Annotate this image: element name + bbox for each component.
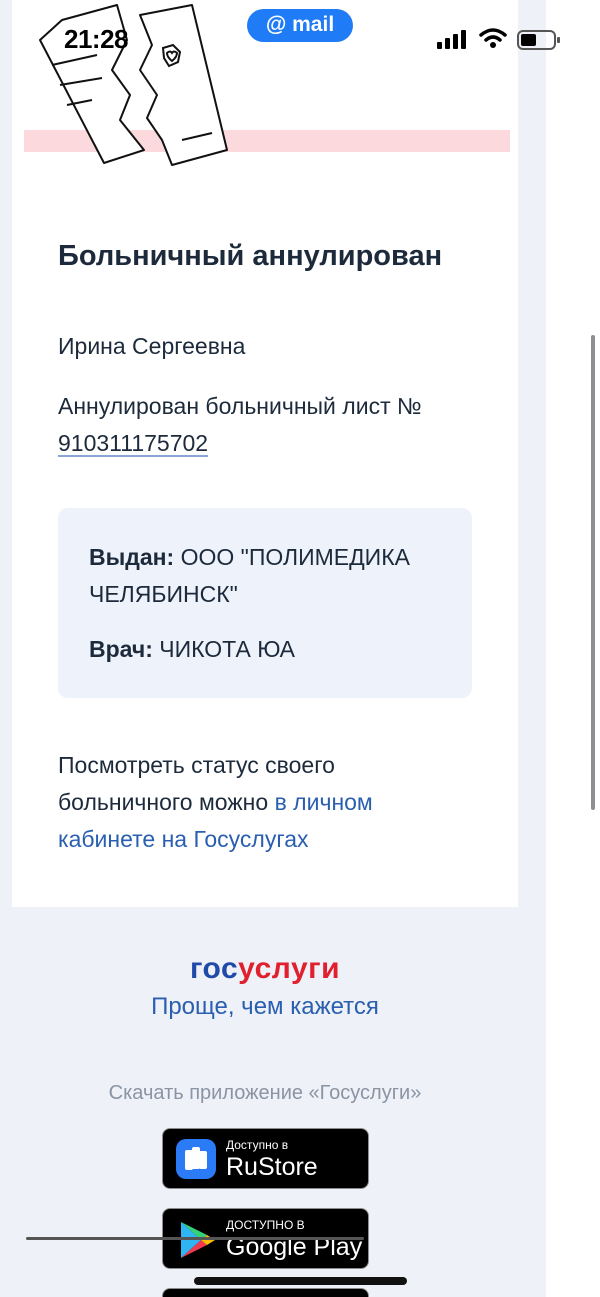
home-indicator[interactable] xyxy=(194,1277,407,1285)
issued-by-row: Выдан: ООО "ПОЛИМЕДИКА ЧЕЛЯБИНСК" xyxy=(89,539,459,613)
doctor-row: Врач: ЧИКОТА ЮА xyxy=(89,631,459,668)
notice-text: Аннулирован больничный лист № xyxy=(58,393,422,419)
email-card: Больничный аннулирован Ирина Сергеевна А… xyxy=(12,0,518,907)
rustore-small-label: Доступно в xyxy=(226,1138,289,1152)
email-title: Больничный аннулирован xyxy=(58,240,443,272)
brand-part-uslugi: услуги xyxy=(238,952,341,985)
gosuslugi-logo[interactable]: госуслуги xyxy=(0,952,530,986)
google-play-small-label: ДОСТУПНО В xyxy=(226,1218,305,1232)
doctor-label: Врач: xyxy=(89,636,153,662)
status-bar: 21:28 @ mail xyxy=(0,0,600,70)
recipient-greeting: Ирина Сергеевна xyxy=(58,333,246,359)
issued-by-label: Выдан: xyxy=(89,544,175,570)
download-app-text: Скачать приложение «Госуслуги» xyxy=(108,1082,422,1104)
rustore-icon xyxy=(176,1139,216,1179)
wifi-icon xyxy=(479,28,507,48)
google-play-icon xyxy=(181,1222,215,1258)
status-paragraph: Посмотреть статус своего больничного мож… xyxy=(58,747,458,858)
overlay-line xyxy=(26,1237,364,1240)
annulment-notice: Аннулирован больничный лист № 9103111757… xyxy=(58,388,478,462)
cellular-signal-icon xyxy=(437,30,466,49)
mail-app-pill[interactable]: @ mail xyxy=(247,9,353,42)
battery-icon xyxy=(517,30,560,50)
status-time: 21:28 xyxy=(64,24,129,54)
scrollbar[interactable] xyxy=(591,335,595,810)
rustore-button[interactable]: Доступно в RuStore xyxy=(162,1128,369,1189)
rustore-big-label: RuStore xyxy=(226,1153,318,1181)
sick-leave-number[interactable]: 910311175702 xyxy=(58,430,208,456)
brand-part-gos: гос xyxy=(189,952,239,985)
details-box: Выдан: ООО "ПОЛИМЕДИКА ЧЕЛЯБИНСК" Врач: … xyxy=(58,508,472,698)
third-store-button[interactable] xyxy=(162,1288,369,1297)
brand-slogan: Проще, чем кажется xyxy=(151,993,379,1020)
doctor-value: ЧИКОТА ЮА xyxy=(159,636,296,662)
